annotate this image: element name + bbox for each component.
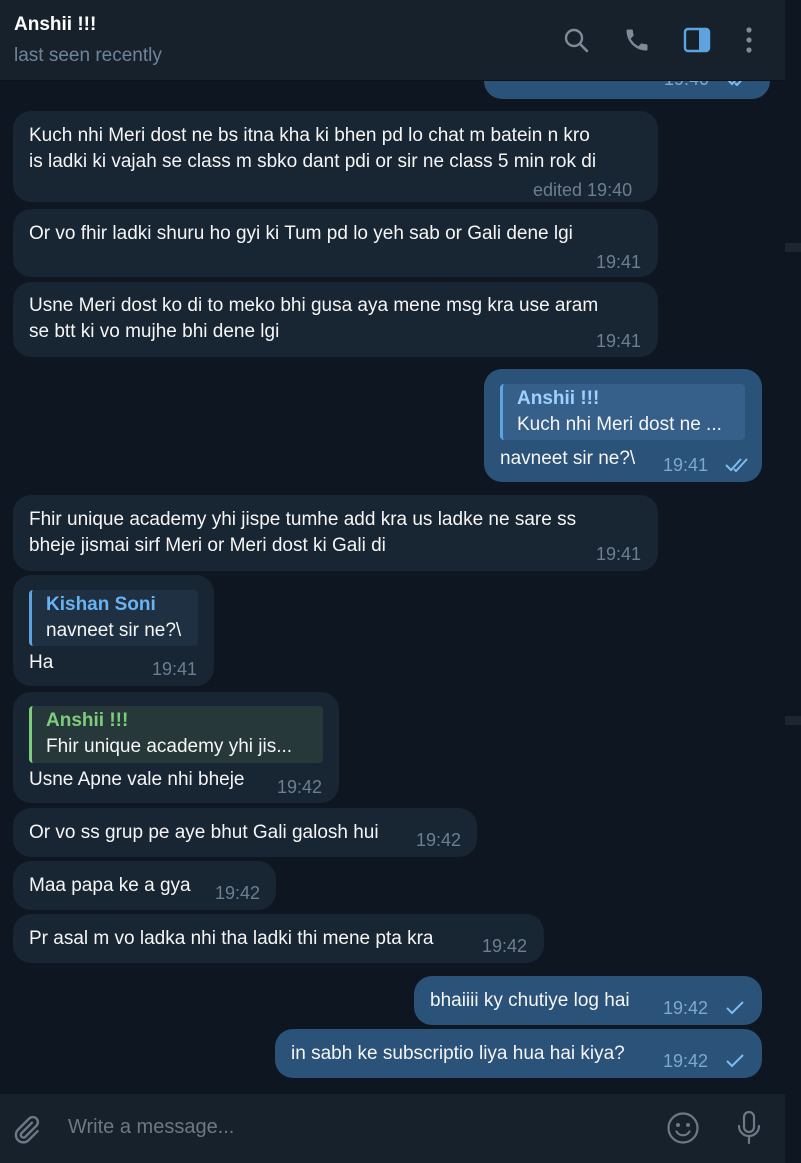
microphone-icon[interactable]	[732, 1108, 766, 1148]
message-bubble-outgoing[interactable]: bhaiiii ky chutiye log hai 19:42	[414, 976, 762, 1025]
message-text: Usne Meri dost ko di to meko bhi gusa ay…	[29, 295, 599, 316]
reply-text: Kuch nhi Meri dost ne ...	[517, 414, 722, 435]
scrollbar[interactable]	[785, 0, 801, 1163]
message-text: Pr asal m vo ladka nhi tha ladki thi men…	[29, 928, 434, 949]
message-text: in sabh ke subscriptio liya hua hai kiya…	[291, 1043, 625, 1064]
message-time: 19:42	[215, 883, 261, 903]
message-time: 19:41	[663, 455, 709, 475]
reply-quote[interactable]: Anshii !!! Fhir unique academy yhi jis..…	[29, 706, 323, 763]
message-bubble-incoming[interactable]: Usne Meri dost ko di to meko bhi gusa ay…	[13, 282, 658, 357]
message-bubble-outgoing[interactable]: Anshii !!! Kuch nhi Meri dost ne ... nav…	[484, 369, 762, 482]
reply-quote[interactable]: Kishan Soni navneet sir ne?\	[29, 590, 198, 646]
message-time: 19:41	[596, 544, 642, 564]
phone-icon[interactable]	[623, 26, 651, 54]
message-text: navneet sir ne?\	[500, 448, 636, 469]
message-bubble-outgoing[interactable]: 19:40	[484, 81, 770, 99]
message-time: 19:42	[277, 777, 323, 797]
more-vertical-icon[interactable]	[735, 26, 763, 54]
check-icon	[726, 1001, 744, 1015]
message-bubble-incoming[interactable]: Pr asal m vo ladka nhi tha ladki thi men…	[13, 914, 544, 963]
message-text: bhaiiii ky chutiye log hai	[430, 990, 630, 1011]
message-bubble-incoming[interactable]: Or vo ss grup pe aye bhut Gali galosh hu…	[13, 808, 477, 857]
message-text: se btt ki vo mujhe bhi dene lgi	[29, 321, 280, 342]
message-time: 19:41	[596, 252, 642, 272]
message-time: 19:41	[596, 331, 642, 351]
check-icon	[726, 1054, 744, 1068]
message-bubble-incoming[interactable]: Fhir unique academy yhi jispe tumhe add …	[13, 495, 658, 571]
reply-quote[interactable]: Anshii !!! Kuch nhi Meri dost ne ...	[500, 384, 745, 440]
message-time: 19:41	[152, 659, 198, 679]
scroll-marker	[785, 243, 801, 252]
message-bubble-incoming[interactable]: Kuch nhi Meri dost ne bs itna kha ki bhe…	[13, 111, 658, 202]
message-text: bheje jismai sirf Meri or Meri dost ki G…	[29, 535, 386, 556]
reply-author: Kishan Soni	[46, 594, 156, 615]
message-bubble-incoming[interactable]: Kishan Soni navneet sir ne?\ Ha 19:41	[13, 575, 214, 686]
message-text: Maa papa ke a gya	[29, 875, 191, 896]
message-text: is ladki ki vajah se class m sbko dant p…	[29, 151, 597, 172]
reply-author: Anshii !!!	[517, 388, 600, 409]
emoji-icon[interactable]	[664, 1109, 702, 1147]
message-time: 19:42	[663, 998, 709, 1018]
attach-icon[interactable]	[8, 1112, 44, 1148]
reply-text: navneet sir ne?\	[46, 620, 182, 641]
message-text: Usne Apne vale nhi bheje	[29, 769, 245, 790]
double-check-icon	[725, 458, 748, 472]
chat-header: Anshii !!! last seen recently	[0, 0, 785, 81]
message-composer: Write a message...	[0, 1094, 785, 1163]
sidebar-toggle-icon[interactable]	[683, 26, 711, 54]
chat-title[interactable]: Anshii !!!	[14, 14, 96, 36]
message-text: Ha	[29, 652, 54, 673]
search-icon[interactable]	[562, 26, 590, 54]
message-text: Or vo ss grup pe aye bhut Gali galosh hu…	[29, 822, 379, 843]
message-time: edited 19:40	[533, 180, 633, 200]
chat-status: last seen recently	[14, 45, 162, 66]
message-time: 19:42	[482, 936, 528, 956]
message-bubble-incoming[interactable]: Maa papa ke a gya 19:42	[13, 861, 276, 910]
message-time: 19:42	[663, 1051, 709, 1071]
scroll-marker	[785, 716, 801, 725]
double-check-icon	[727, 81, 743, 86]
message-input[interactable]: Write a message...	[68, 1116, 234, 1139]
message-time: 19:42	[416, 830, 462, 850]
message-text: Kuch nhi Meri dost ne bs itna kha ki bhe…	[29, 125, 590, 146]
message-time: 19:40	[664, 81, 709, 92]
reply-text: Fhir unique academy yhi jis...	[46, 736, 293, 757]
message-bubble-outgoing[interactable]: in sabh ke subscriptio liya hua hai kiya…	[275, 1029, 762, 1078]
message-text: Or vo fhir ladki shuru ho gyi ki Tum pd …	[29, 223, 573, 244]
message-list[interactable]: 19:40 Kuch nhi Meri dost ne bs itna kha …	[0, 81, 785, 1093]
reply-author: Anshii !!!	[46, 710, 129, 731]
message-bubble-incoming[interactable]: Or vo fhir ladki shuru ho gyi ki Tum pd …	[13, 209, 658, 277]
message-bubble-incoming[interactable]: Anshii !!! Fhir unique academy yhi jis..…	[13, 692, 339, 803]
message-text: Fhir unique academy yhi jispe tumhe add …	[29, 509, 577, 530]
